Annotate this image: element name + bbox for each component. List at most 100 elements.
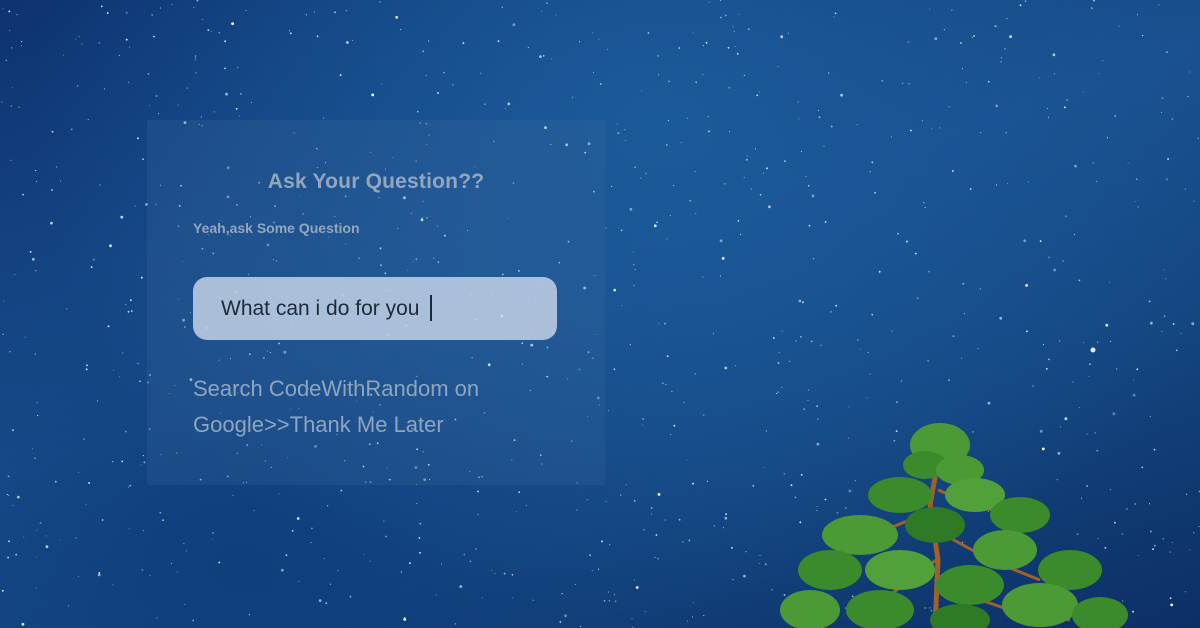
star [103,88,106,90]
star [965,82,967,84]
star [1097,341,1099,343]
star [692,602,694,604]
star [98,42,101,44]
star [515,511,517,513]
star [18,106,20,108]
star [1088,375,1090,377]
star [686,459,688,461]
star [1184,188,1186,190]
star [480,72,482,74]
star [613,288,617,292]
star [605,500,607,502]
star [212,538,214,540]
star [1005,132,1007,134]
star [416,110,419,113]
star [759,554,761,557]
star [1169,597,1172,600]
star [316,35,319,38]
star [141,569,144,571]
star [664,519,666,521]
star [491,569,493,572]
star [962,282,965,285]
star [139,380,141,383]
star [878,270,881,273]
star [477,490,479,493]
star [979,288,981,290]
star [1089,363,1091,365]
star [1153,544,1156,547]
star [90,266,93,268]
star [36,556,38,558]
star [763,466,765,468]
star [462,42,465,44]
star [158,113,160,115]
star [951,9,953,11]
star [192,619,195,622]
star [395,15,399,19]
star [83,438,85,440]
star [688,539,691,542]
question-input[interactable] [193,277,557,340]
star [288,30,290,32]
star [759,193,762,196]
star [85,368,88,371]
star [512,23,516,26]
star [511,573,514,576]
star [665,144,668,146]
star [980,132,982,134]
star [835,304,838,307]
star [340,489,343,492]
star [285,554,288,557]
star [501,6,503,8]
star [369,560,371,562]
star [334,11,336,14]
star [218,31,221,34]
star [527,46,529,48]
star [1134,503,1137,505]
star [503,572,506,575]
star [591,570,593,572]
star [589,554,591,557]
star [1135,178,1138,181]
star [21,622,25,626]
star [641,90,643,92]
star [673,424,676,427]
star [194,59,196,61]
star [1032,385,1034,387]
star [437,92,439,94]
star [666,238,668,240]
star [130,299,132,302]
star [747,28,750,31]
star [816,405,818,408]
star [8,494,10,496]
star [607,591,609,593]
star [1163,315,1166,317]
star [1180,332,1182,334]
star [686,620,689,622]
star [657,493,661,496]
star [225,92,228,96]
star [1006,17,1008,19]
star [631,618,633,620]
star [654,556,656,558]
star [542,55,545,57]
star [778,352,780,354]
star [634,268,636,271]
star [642,418,644,420]
star [56,166,58,168]
star [51,130,54,133]
star [768,205,771,209]
star [633,264,635,266]
star [1007,183,1009,185]
star [668,80,671,83]
star [109,244,112,248]
star [238,115,241,117]
star [1073,233,1075,236]
star [194,57,196,59]
star [1074,164,1077,168]
star [625,484,627,486]
star [403,618,407,621]
star [733,30,735,33]
star [702,414,705,416]
star [99,184,101,186]
